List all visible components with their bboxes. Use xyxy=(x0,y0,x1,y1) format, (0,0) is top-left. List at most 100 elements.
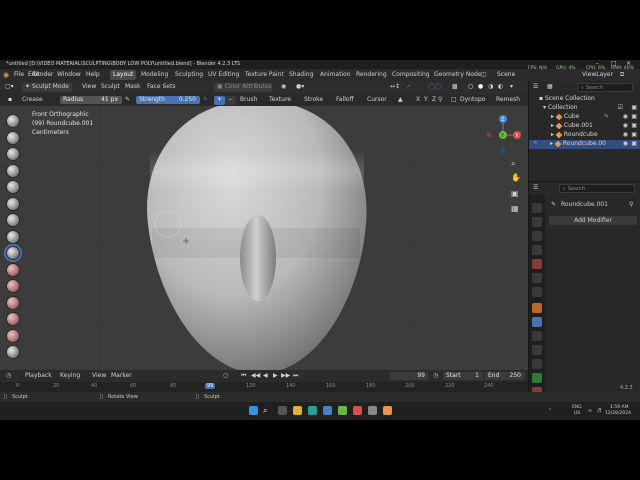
tool-tab-icon[interactable] xyxy=(532,203,542,213)
tray-chevron-icon[interactable]: ⌃ xyxy=(548,408,552,414)
app-icon-2[interactable] xyxy=(368,406,377,415)
wifi-icon[interactable]: ≈ xyxy=(588,408,592,414)
falloff-menu[interactable]: Falloff xyxy=(336,96,354,105)
menu-mask[interactable]: Mask xyxy=(125,83,140,92)
data-tab-icon[interactable] xyxy=(532,373,542,383)
draw-sharp-brush-icon[interactable] xyxy=(6,130,20,145)
overlay-toggle-icon[interactable]: ◯◯ xyxy=(428,83,441,92)
menu-sculpt[interactable]: Sculpt xyxy=(101,83,120,92)
tab-compositing[interactable]: Compositing xyxy=(389,70,433,80)
tab-texture-paint[interactable]: Texture Paint xyxy=(242,70,287,80)
layer-brush-icon[interactable] xyxy=(6,196,20,211)
camera-icon[interactable]: ▣ xyxy=(631,104,637,111)
color-attributes-dropdown[interactable]: ▣ Color Attributes xyxy=(214,83,272,92)
snap-icon[interactable]: ●▾ xyxy=(296,83,304,92)
next-keyframe-icon[interactable]: ▶▶ xyxy=(281,372,290,381)
fill-brush-icon[interactable] xyxy=(6,295,20,310)
gizmo-toggle-icon[interactable]: ➚ xyxy=(406,83,411,92)
direction-subtract-button[interactable]: − xyxy=(225,96,237,105)
shading-material-icon[interactable]: ◑ xyxy=(488,83,493,92)
timeline-view-menu[interactable]: View xyxy=(92,372,106,381)
visibility-icon[interactable]: ◉ xyxy=(623,113,628,120)
outliner-object-row[interactable]: ▸ Roundcube ◉ ▣ xyxy=(529,131,640,140)
object-name-field[interactable]: Roundcube.001 xyxy=(561,201,608,208)
scrape-brush-icon[interactable] xyxy=(6,312,20,326)
shading-rendered-icon[interactable]: ◐ xyxy=(498,83,503,92)
clay-thumb-brush-icon[interactable] xyxy=(6,180,20,194)
draw-brush-icon[interactable] xyxy=(6,114,20,128)
render-tab-icon[interactable] xyxy=(532,217,542,227)
tab-rendering[interactable]: Rendering xyxy=(353,70,390,80)
physics-tab-icon[interactable] xyxy=(532,345,542,355)
pinch-brush-icon[interactable] xyxy=(6,345,20,359)
render-icon[interactable]: ▣ xyxy=(631,131,637,138)
preview-range-icon[interactable]: ◷ xyxy=(433,372,438,381)
editor-type-icon[interactable]: ▢▾ xyxy=(5,83,14,92)
pen-pressure-radius-icon[interactable]: ✎ xyxy=(125,96,130,105)
start-frame-field[interactable]: Start 1 xyxy=(443,372,483,380)
render-icon[interactable]: ▣ xyxy=(631,122,637,129)
prev-keyframe-icon[interactable]: ◀◀ xyxy=(251,372,260,381)
playback-menu[interactable]: Playback xyxy=(25,372,52,381)
sculpt-mesh[interactable] xyxy=(0,106,528,370)
outliner-search-input[interactable]: ⌕ Search xyxy=(577,83,633,92)
menu-file[interactable]: File xyxy=(14,71,24,78)
jump-end-icon[interactable]: ⏭ xyxy=(293,372,298,381)
collection-row[interactable]: ▾ Collection ☑ ▣ xyxy=(529,104,640,113)
transform-gizmo-icon[interactable]: ↔↕ xyxy=(390,83,400,92)
tab-layout[interactable]: Layout xyxy=(110,70,137,80)
strength-field[interactable]: Strength 0.250 xyxy=(136,96,200,104)
output-tab-icon[interactable] xyxy=(532,231,542,241)
symmetry-z-toggle[interactable]: Z xyxy=(432,96,436,105)
constraints-tab-icon[interactable] xyxy=(532,359,542,369)
end-frame-field[interactable]: End 250 xyxy=(485,372,525,380)
view-layer-icon[interactable]: ⧉ xyxy=(620,71,624,79)
dyntopo-label[interactable]: Dyntopo xyxy=(460,96,485,105)
3d-viewport[interactable]: Front Orthographic (99) Roundcube.001 Ce… xyxy=(0,106,528,370)
tab-uv-editing[interactable]: UV Editing xyxy=(205,70,242,80)
symmetry-lock-icon[interactable]: ⚲ xyxy=(438,96,442,105)
brush-menu[interactable]: Brush xyxy=(240,96,257,105)
world-tab-icon[interactable] xyxy=(532,273,542,283)
menu-help[interactable]: Help xyxy=(86,71,100,78)
pen-pressure-strength-icon[interactable]: ✎ xyxy=(203,96,208,105)
render-icon[interactable]: ▣ xyxy=(631,113,637,120)
direction-add-button[interactable]: + xyxy=(214,96,226,105)
cursor-menu[interactable]: Cursor xyxy=(367,96,387,105)
play-reverse-icon[interactable]: ◀ xyxy=(263,372,268,381)
scene-selector[interactable]: Scene xyxy=(497,71,515,78)
tab-sculpting[interactable]: Sculpting xyxy=(172,70,206,80)
multiplane-scrape-brush-icon[interactable] xyxy=(6,328,20,343)
view-layer-tab-icon[interactable] xyxy=(532,245,542,255)
marker-menu[interactable]: Marker xyxy=(111,372,132,381)
record-icon[interactable]: ○ xyxy=(223,372,228,381)
particles-tab-icon[interactable] xyxy=(532,331,542,341)
pivot-icon[interactable]: ◉ xyxy=(281,83,286,92)
tab-shading[interactable]: Shading xyxy=(286,70,316,80)
object-tab-icon[interactable] xyxy=(532,303,542,313)
symmetry-x-toggle[interactable]: X xyxy=(416,96,420,105)
checkbox-icon[interactable]: ☑ xyxy=(618,104,623,111)
play-icon[interactable]: ▶ xyxy=(273,372,278,381)
timeline-editor-icon[interactable]: ◷ xyxy=(6,372,11,381)
properties-editor-icon[interactable]: ☰ xyxy=(533,184,538,191)
windows-start-icon[interactable] xyxy=(249,406,258,415)
menu-view[interactable]: View xyxy=(82,83,96,92)
navigation-gizmo[interactable]: Z X Y ⌕ ✋ ▣ ▦ xyxy=(480,110,528,230)
visibility-icon[interactable]: ◉ xyxy=(623,131,628,138)
radius-field[interactable]: Radius 41 px xyxy=(60,96,122,104)
clock-time[interactable]: 1:59 AM xyxy=(610,405,629,410)
inflate-brush-icon[interactable] xyxy=(6,213,20,227)
blob-brush-icon[interactable] xyxy=(6,229,20,244)
pin-icon[interactable]: ⚲ xyxy=(629,201,633,208)
visibility-icon[interactable]: ◉ xyxy=(623,122,628,129)
render-icon[interactable]: ▣ xyxy=(631,140,637,147)
blender-logo-icon[interactable]: ◉ xyxy=(3,71,9,79)
blender-taskbar-icon[interactable] xyxy=(383,406,392,415)
dyntopo-checkbox[interactable]: □ xyxy=(451,96,457,105)
outliner-editor-icon[interactable]: ☰ xyxy=(533,83,538,90)
store-icon[interactable] xyxy=(323,406,332,415)
stroke-menu[interactable]: Stroke xyxy=(304,96,323,105)
shading-options-icon[interactable]: ▾ xyxy=(510,83,513,92)
scene-tab-icon[interactable] xyxy=(532,259,542,269)
